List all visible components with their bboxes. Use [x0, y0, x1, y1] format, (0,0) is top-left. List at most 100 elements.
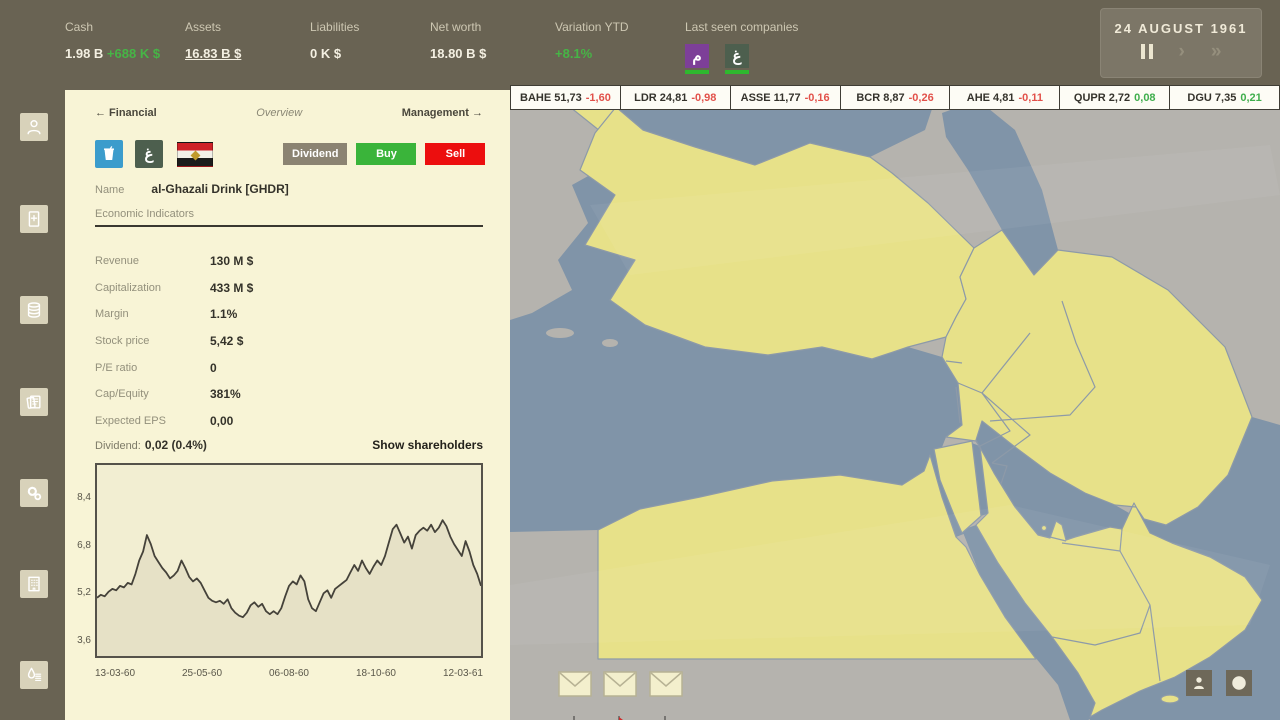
reports-icon: [24, 392, 44, 412]
name-label: Name: [95, 184, 124, 196]
sidebar-item-assets[interactable]: [20, 296, 48, 324]
show-shareholders-link[interactable]: Show shareholders: [372, 438, 483, 452]
stat-value: 0 K $: [310, 46, 359, 61]
company-chip-glyph: م: [685, 44, 709, 68]
dividend-label: Dividend:: [95, 440, 141, 452]
ticker-asse[interactable]: ASSE 11,77 -0,16: [731, 86, 841, 109]
last-seen-label: Last seen companies: [685, 20, 798, 34]
sidebar-item-industry[interactable]: [20, 479, 48, 507]
play-button[interactable]: ›: [1179, 44, 1185, 59]
commodities-icon: [24, 665, 44, 685]
stat-label: Liabilities: [310, 20, 359, 34]
stat-label: Assets: [185, 20, 241, 34]
buy-button[interactable]: Buy: [356, 143, 416, 165]
ticker-dgu[interactable]: DGU 7,350,21: [1170, 86, 1280, 109]
indicator-value: 130 M $: [210, 254, 253, 268]
company-chip-1[interactable]: غ: [725, 44, 749, 74]
company-panel: ← Financial Overview Management → غ Divi…: [65, 90, 510, 720]
chart-x-tick: 18-10-60: [356, 668, 396, 679]
ticker-symbol-price: ASSE 11,77: [741, 92, 801, 104]
ticker-change: -0,98: [691, 92, 716, 104]
population-map-button[interactable]: [1186, 670, 1212, 696]
ticker-change: -1,60: [586, 92, 611, 104]
mail-event-israel[interactable]: [558, 671, 592, 697]
envelope-icon: [603, 671, 637, 697]
indicator-value: 0,00: [210, 414, 233, 428]
indicator-label: Expected EPS: [95, 415, 210, 427]
indicator-row-cap-equity: Cap/Equity381%: [95, 381, 483, 408]
indicator-label: Cap/Equity: [95, 388, 210, 400]
indicator-value: 0: [210, 361, 217, 375]
chart-y-tick: 5,2: [61, 587, 91, 598]
egypt-flag-icon: [177, 142, 213, 167]
indicator-value: 381%: [210, 387, 241, 401]
chart-y-tick: 6,8: [61, 540, 91, 551]
assets-icon: [24, 300, 44, 320]
sector-drink-icon: [95, 140, 123, 168]
middle-east-map[interactable]: [510, 85, 1280, 720]
tab-financial[interactable]: ← Financial: [95, 107, 157, 119]
lebanon-flag-icon: [664, 716, 666, 720]
greek-island: [602, 339, 618, 347]
company-chip-status-bar: [725, 70, 749, 74]
company-identity-row: غ: [95, 140, 213, 168]
mail-event-lebanon[interactable]: [649, 671, 683, 697]
stock-price-chart: 8,46,85,23,6: [95, 463, 483, 658]
stat-value[interactable]: 16.83 B $: [185, 46, 241, 61]
dividend-button[interactable]: Dividend: [283, 143, 347, 165]
last-seen-companies: Last seen companies مغ: [685, 20, 798, 74]
sidebar-item-companies[interactable]: [20, 570, 48, 598]
israel-flag-icon: [573, 716, 575, 720]
sidebar-item-profile[interactable]: [20, 113, 48, 141]
ticker-bcr[interactable]: BCR 8,87-0,26: [841, 86, 951, 109]
section-divider: [95, 225, 483, 227]
ticker-qupr[interactable]: QUPR 2,720,08: [1060, 86, 1170, 109]
documents-icon: [24, 209, 44, 229]
ticker-symbol-price: DGU 7,35: [1187, 92, 1236, 104]
company-chip-0[interactable]: م: [685, 44, 709, 74]
ticker-ldr[interactable]: LDR 24,81-0,98: [621, 86, 731, 109]
palestine-flag-icon: [618, 716, 620, 720]
stat-value: +8.1%: [555, 46, 629, 61]
world-map-button[interactable]: [1226, 670, 1252, 696]
indicator-label: Revenue: [95, 255, 210, 267]
economic-indicators: Revenue130 M $Capitalization433 M $Margi…: [95, 248, 483, 434]
mail-event-palestine[interactable]: [603, 671, 637, 697]
indicator-row-stock-price: Stock price5,42 $: [95, 328, 483, 355]
ticker-ahe[interactable]: AHE 4,81-0,11: [950, 86, 1060, 109]
indicator-row-revenue: Revenue130 M $: [95, 248, 483, 275]
trade-buttons: Dividend Buy Sell: [283, 143, 485, 165]
fast-forward-button[interactable]: »: [1211, 44, 1222, 59]
chart-x-axis-labels: 13-03-6025-05-6006-08-6018-10-6012-03-61: [95, 668, 483, 679]
dividend-row: Dividend: 0,02 (0.4%) Show shareholders: [95, 438, 483, 452]
pause-button[interactable]: [1141, 44, 1153, 59]
top-status-bar: Cash1.98 B +688 K $ Assets 16.83 B $ Liabil…: [0, 0, 1280, 90]
left-sidebar: [0, 90, 65, 720]
envelope-icon: [558, 671, 592, 697]
ticker-change: -0,16: [805, 92, 830, 104]
stat-label: Variation YTD: [555, 20, 629, 34]
ticker-bahe[interactable]: BAHE 51,73-1,60: [510, 86, 621, 109]
ticker-change: 0,08: [1134, 92, 1155, 104]
panel-tabs: ← Financial Overview Management →: [95, 107, 483, 119]
date-time-panel: 24 AUGUST 1961 › »: [1100, 8, 1262, 78]
sidebar-item-documents[interactable]: [20, 205, 48, 233]
company-name: al-Ghazali Drink [GHDR]: [151, 182, 288, 196]
indicator-value: 1.1%: [210, 307, 237, 321]
indicator-label: Stock price: [95, 335, 210, 347]
stock-ticker-bar: BAHE 51,73-1,60LDR 24,81-0,98ASSE 11,77-…: [510, 85, 1280, 110]
globe-icon: [1230, 674, 1248, 692]
sidebar-item-reports[interactable]: [20, 388, 48, 416]
ticker-change: -0,26: [909, 92, 934, 104]
sidebar-item-commodities[interactable]: [20, 661, 48, 689]
company-name-row: Name al-Ghazali Drink [GHDR]: [95, 182, 289, 196]
greek-island: [546, 328, 574, 338]
stat-cash: Cash1.98 B +688 K $: [65, 20, 160, 61]
stat-variation-ytd: Variation YTD +8.1%: [555, 20, 629, 61]
ticker-change: -0,11: [1018, 92, 1042, 104]
sell-button[interactable]: Sell: [425, 143, 485, 165]
ticker-symbol-price: AHE 4,81: [967, 92, 1015, 104]
stat-label: Net worth: [430, 20, 486, 34]
envelope-icon: [649, 671, 683, 697]
tab-management[interactable]: Management →: [402, 107, 483, 119]
